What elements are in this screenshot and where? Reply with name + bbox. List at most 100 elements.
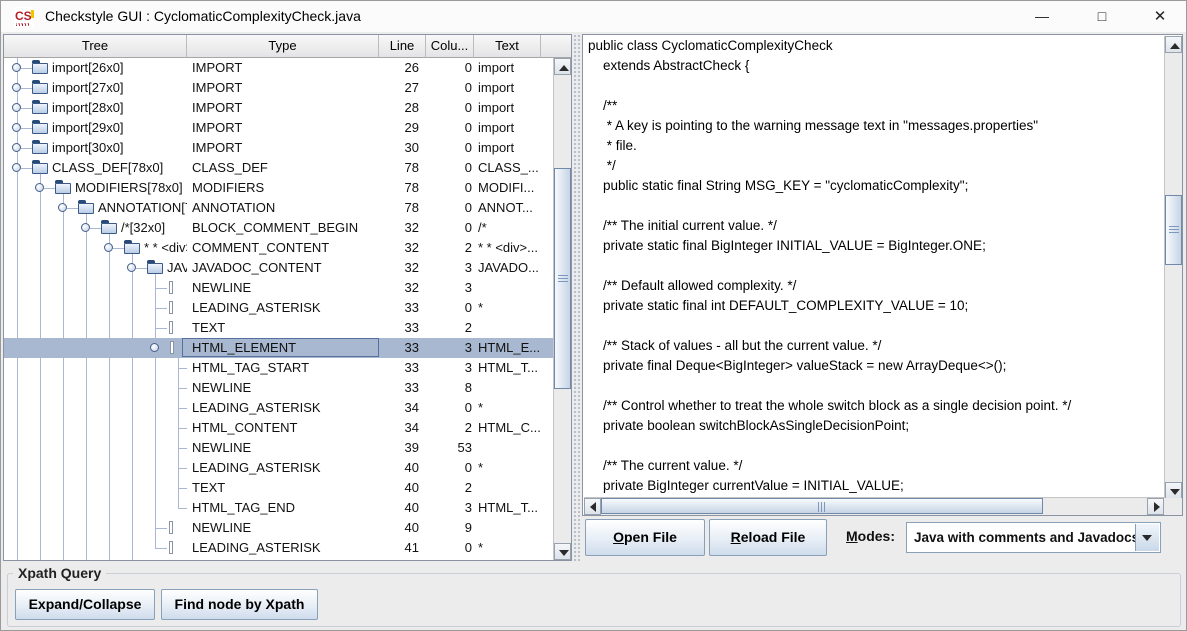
code-scrollbar-thumb[interactable]	[1165, 195, 1182, 265]
tree-table-row[interactable]: TEXT332	[4, 318, 553, 338]
collapsed-handle-icon[interactable]	[12, 143, 21, 152]
tree-cell	[4, 458, 187, 478]
scroll-right-button[interactable]	[1147, 498, 1164, 515]
tree-table-row[interactable]: NEWLINE338	[4, 378, 553, 398]
cell-type: LEADING_ASTERISK	[192, 298, 378, 318]
combobox-dropdown-button[interactable]	[1135, 524, 1159, 551]
cell-column: 0	[426, 58, 472, 78]
scroll-down-button[interactable]	[1165, 482, 1182, 499]
cell-type: NEWLINE	[192, 378, 378, 398]
expand-collapse-button[interactable]: Expand/Collapse	[15, 589, 155, 620]
expanded-handle-icon[interactable]	[150, 343, 159, 352]
expanded-handle-icon[interactable]	[12, 163, 21, 172]
tree-table-row[interactable]: CLASS_DEF[78x0]CLASS_DEF780CLASS_...	[4, 158, 553, 178]
code-line: /**	[584, 96, 1164, 116]
code-line: * A key is pointing to the warning messa…	[584, 116, 1164, 136]
tree-leaf-dash	[155, 528, 167, 529]
tree-table-row[interactable]: HTML_TAG_START333HTML_T...	[4, 358, 553, 378]
column-header-tree[interactable]: Tree	[4, 35, 187, 58]
modes-combobox[interactable]: Java with comments and Javadocs	[906, 522, 1161, 553]
expanded-handle-icon[interactable]	[35, 183, 44, 192]
find-node-by-xpath-button[interactable]: Find node by Xpath	[161, 589, 318, 620]
cell-type: MODIFIERS	[192, 178, 378, 198]
tree-cell: import[26x0]	[4, 58, 187, 78]
maximize-button[interactable]: □	[1079, 1, 1125, 32]
cell-line: 32	[379, 238, 419, 258]
collapsed-handle-icon[interactable]	[12, 63, 21, 72]
tree-table-row[interactable]: HTML_TAG_END403HTML_T...	[4, 498, 553, 518]
tree-leaf-dash	[178, 488, 187, 489]
tree-table-row[interactable]: TEXT402	[4, 478, 553, 498]
tree-table-row[interactable]: import[27x0]IMPORT270import	[4, 78, 553, 98]
tree-node-label: MODIFIERS[78x0]	[75, 178, 183, 198]
tree-node-label: /*[32x0]	[121, 218, 165, 238]
tree-handle-dash	[136, 268, 147, 269]
expanded-handle-icon[interactable]	[58, 203, 67, 212]
open-file-button[interactable]: Open File	[585, 519, 705, 556]
leaf-node-icon	[170, 341, 174, 354]
split-pane-divider[interactable]	[573, 34, 581, 561]
tree-table-row[interactable]: LEADING_ASTERISK330*	[4, 298, 553, 318]
code-horizontal-scrollbar[interactable]	[584, 497, 1164, 515]
scroll-left-button[interactable]	[584, 498, 601, 515]
column-header-type[interactable]: Type	[187, 35, 379, 58]
cell-text: /*	[478, 218, 552, 238]
tree-table-row[interactable]: ANNOTATION[78x0]ANNOTATION780ANNOT...	[4, 198, 553, 218]
cell-line: 34	[379, 398, 419, 418]
minimize-button[interactable]: —	[1019, 1, 1065, 32]
collapsed-handle-icon[interactable]	[12, 103, 21, 112]
cell-text: *	[478, 538, 552, 558]
tree-table-row[interactable]: JAVADOC_CONTENT[32x3]JAVADOC_CONTENT323J…	[4, 258, 553, 278]
tree-cell	[4, 438, 187, 458]
tree-table-row[interactable]: NEWLINE409	[4, 518, 553, 538]
collapsed-handle-icon[interactable]	[12, 83, 21, 92]
tree-table-row[interactable]: NEWLINE323	[4, 278, 553, 298]
scroll-up-button[interactable]	[1165, 36, 1182, 53]
chevron-down-icon	[1142, 535, 1152, 541]
tree-leaf-dash	[178, 428, 187, 429]
column-header-column[interactable]: Colu...	[426, 35, 474, 58]
tree-table-row[interactable]: /*[32x0]BLOCK_COMMENT_BEGIN320/*	[4, 218, 553, 238]
tree-table-row[interactable]: import[28x0]IMPORT280import	[4, 98, 553, 118]
collapsed-handle-icon[interactable]	[12, 123, 21, 132]
scroll-up-button[interactable]	[554, 58, 571, 75]
code-line	[584, 196, 1164, 216]
column-header-text[interactable]: Text	[474, 35, 541, 58]
tree-table-row[interactable]: MODIFIERS[78x0]MODIFIERS780MODIFI...	[4, 178, 553, 198]
cell-line: 78	[379, 198, 419, 218]
checkstyle-gui-window: CS Checkstyle GUI : CyclomaticComplexity…	[0, 0, 1187, 631]
tree-table-row[interactable]: LEADING_ASTERISK400*	[4, 458, 553, 478]
tree-cell	[4, 278, 187, 298]
tree-cell: /*[32x0]	[4, 218, 187, 238]
tree-handle-dash	[159, 348, 170, 349]
tree-table-row[interactable]: import[26x0]IMPORT260import	[4, 58, 553, 78]
expanded-handle-icon[interactable]	[127, 263, 136, 272]
code-line: /** The current value. */	[584, 456, 1164, 476]
scroll-down-button[interactable]	[554, 543, 571, 560]
tree-table-row[interactable]: import[29x0]IMPORT290import	[4, 118, 553, 138]
cell-column: 0	[426, 538, 472, 558]
tree-table-row[interactable]: import[30x0]IMPORT300import	[4, 138, 553, 158]
tree-table-row[interactable]: LEADING_ASTERISK410*	[4, 538, 553, 558]
cell-line: 33	[379, 378, 419, 398]
tree-vertical-scrollbar[interactable]	[553, 58, 571, 560]
tree-table-row[interactable]: * * <div>...[32x2]COMMENT_CONTENT322* * …	[4, 238, 553, 258]
tree-table-row[interactable]: LEADING_ASTERISK340*	[4, 398, 553, 418]
code-hscrollbar-thumb[interactable]	[601, 498, 1043, 514]
tree-table-row[interactable]: NEWLINE3953	[4, 438, 553, 458]
scrollbar-corner	[1164, 498, 1182, 515]
leaf-node-icon	[169, 521, 173, 534]
tree-scrollbar-thumb[interactable]	[554, 168, 571, 389]
reload-file-button[interactable]: Reload File	[709, 519, 827, 556]
tree-table-row[interactable]: HTML_ELEMENT333HTML_E...	[4, 338, 553, 358]
cell-column: 9	[426, 518, 472, 538]
tree-table-row[interactable]: HTML_CONTENT342HTML_C...	[4, 418, 553, 438]
expanded-handle-icon[interactable]	[81, 223, 90, 232]
code-vertical-scrollbar[interactable]	[1164, 36, 1182, 499]
close-button[interactable]: ✕	[1137, 1, 1183, 32]
code-text-area[interactable]: public class CyclomaticComplexityCheck e…	[584, 36, 1164, 498]
column-header-line[interactable]: Line	[379, 35, 426, 58]
tree-cell	[4, 398, 187, 418]
folder-icon	[32, 103, 48, 114]
expanded-handle-icon[interactable]	[104, 243, 113, 252]
